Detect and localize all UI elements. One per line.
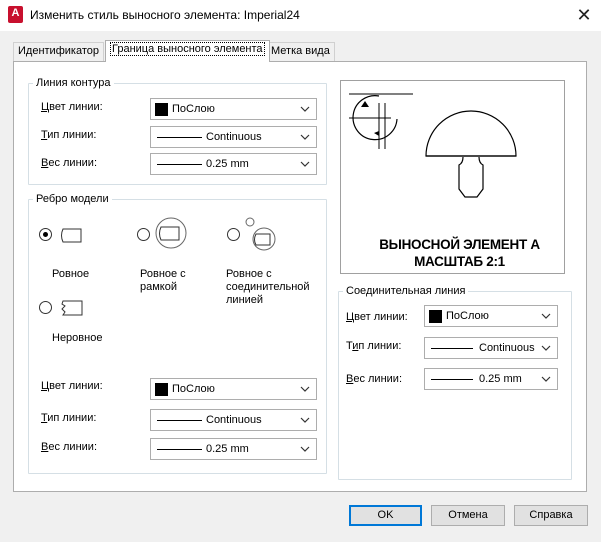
connection-color-label-text: вет линии: (354, 311, 408, 323)
cancel-button[interactable]: Отмена (431, 505, 505, 526)
contour-line-group-label: Линия контура (33, 77, 114, 89)
tab-identifier[interactable]: Идентификатор (13, 42, 104, 61)
chevron-down-icon (300, 446, 310, 452)
chevron-down-icon (300, 134, 310, 140)
edge-jagged-label: Неровное (52, 332, 103, 344)
edge-weight-label-text: ес линии: (48, 441, 98, 453)
edge-type-value: Continuous (206, 414, 262, 426)
contour-type-label-text: ип линии: (47, 129, 97, 141)
smooth-edge-icon (61, 228, 82, 243)
edge-smooth-border-radio[interactable] (137, 228, 150, 241)
connection-weight-combo[interactable]: 0.25 mm (424, 368, 558, 390)
contour-color-label-text: вет линии: (49, 101, 103, 113)
edge-color-value: ПоСлою (172, 383, 215, 395)
smooth-edge-with-border-icon (155, 217, 187, 249)
edge-smooth-connection-label-line3: линией (226, 294, 264, 306)
contour-weight-label-text: ес линии: (48, 157, 98, 169)
connection-color-label-accel: Ц (346, 311, 355, 323)
connection-line-group-label: Соединительная линия (343, 285, 469, 297)
lineweight-sample (157, 164, 202, 165)
preview-panel: ВЫНОСНОЙ ЭЛЕМЕНТ А МАСШТАБ 2:1 (340, 80, 565, 274)
linetype-sample (157, 420, 202, 421)
chevron-down-icon (300, 386, 310, 392)
edge-smooth-border-label-line1: Ровное с (140, 268, 186, 280)
connection-weight-value: 0.25 mm (479, 373, 522, 385)
edge-type-label-text: ип линии: (47, 412, 97, 424)
chevron-down-icon (541, 313, 551, 319)
color-swatch (429, 310, 442, 323)
chevron-down-icon (541, 376, 551, 382)
connection-type-label: Тип линии: (346, 340, 401, 352)
linetype-sample (431, 348, 473, 349)
edge-color-label: Цвет линии: (41, 380, 103, 392)
tab-view-label[interactable]: Метка вида (266, 42, 335, 61)
tab-detail-boundary-label: Граница выносного элемента (110, 42, 265, 56)
close-icon[interactable]: ✕ (573, 4, 595, 26)
connection-color-label: Цвет линии: (346, 311, 408, 323)
edge-color-label-text: вет линии: (49, 380, 103, 392)
edge-smooth-connection-label-line2: соединительной (226, 281, 310, 293)
edge-smooth-label: Ровное (52, 268, 90, 280)
chevron-down-icon (300, 106, 310, 112)
contour-color-label-accel: Ц (41, 101, 50, 113)
preview-title-line1: ВЫНОСНОЙ ЭЛЕМЕНТ А (379, 237, 540, 252)
edge-weight-label: Вес линии: (41, 441, 97, 453)
edge-smooth-border-label-line2: рамкой (140, 281, 177, 293)
contour-color-combo[interactable]: ПоСлою (150, 98, 317, 120)
lineweight-sample (431, 379, 473, 380)
tab-view-label-label: Метка вида (271, 45, 330, 57)
contour-type-combo[interactable]: Continuous (150, 126, 317, 148)
color-swatch (155, 103, 168, 116)
contour-weight-label: Вес линии: (41, 157, 97, 169)
tab-detail-boundary[interactable]: Граница выносного элемента (105, 40, 270, 62)
connection-type-combo[interactable]: Continuous (424, 337, 558, 359)
edge-color-combo[interactable]: ПоСлою (150, 378, 317, 400)
edge-weight-value: 0.25 mm (206, 443, 249, 455)
tab-identifier-label: Идентификатор (18, 45, 99, 57)
connection-weight-label: Вес линии: (346, 373, 402, 385)
model-edge-group-label: Ребро модели (33, 193, 112, 205)
contour-color-label: Цвет линии: (41, 101, 103, 113)
edge-type-label: Тип линии: (41, 412, 96, 424)
contour-color-value: ПоСлою (172, 103, 215, 115)
chevron-down-icon (300, 417, 310, 423)
edge-smooth-radio[interactable] (39, 228, 52, 241)
contour-type-label: Тип линии: (41, 129, 96, 141)
lineweight-sample (157, 449, 202, 450)
edge-smooth-connection-radio[interactable] (227, 228, 240, 241)
jagged-edge-icon (61, 300, 83, 316)
chevron-down-icon (541, 345, 551, 351)
help-button[interactable]: Справка (514, 505, 588, 526)
window-title: Изменить стиль выносного элемента: Imper… (30, 8, 300, 22)
connection-type-label-text: п линии: (358, 340, 402, 352)
color-swatch (155, 383, 168, 396)
contour-weight-combo[interactable]: 0.25 mm (150, 153, 317, 175)
linetype-sample (157, 137, 202, 138)
connection-color-value: ПоСлою (446, 310, 489, 322)
edge-color-label-accel: Ц (41, 380, 50, 392)
contour-type-value: Continuous (206, 131, 262, 143)
edge-jagged-radio[interactable] (39, 301, 52, 314)
chevron-down-icon (300, 161, 310, 167)
connection-type-value: Continuous (479, 342, 535, 354)
edge-type-combo[interactable]: Continuous (150, 409, 317, 431)
smooth-edge-with-connection-icon (245, 217, 276, 251)
autocad-app-icon: A (8, 6, 23, 23)
edge-weight-combo[interactable]: 0.25 mm (150, 438, 317, 460)
app-icon-letter: A (11, 7, 20, 19)
edge-smooth-border-label: Ровное с рамкой (140, 268, 186, 294)
edge-smooth-connection-label-line1: Ровное с (226, 268, 272, 280)
preview-title-line2: МАСШТАБ 2:1 (414, 254, 505, 269)
connection-weight-label-text: ес линии: (353, 373, 403, 385)
contour-weight-value: 0.25 mm (206, 158, 249, 170)
ok-button[interactable]: OK (349, 505, 422, 526)
connection-color-combo[interactable]: ПоСлою (424, 305, 558, 327)
edge-smooth-connection-label: Ровное с соединительной линией (226, 268, 310, 307)
